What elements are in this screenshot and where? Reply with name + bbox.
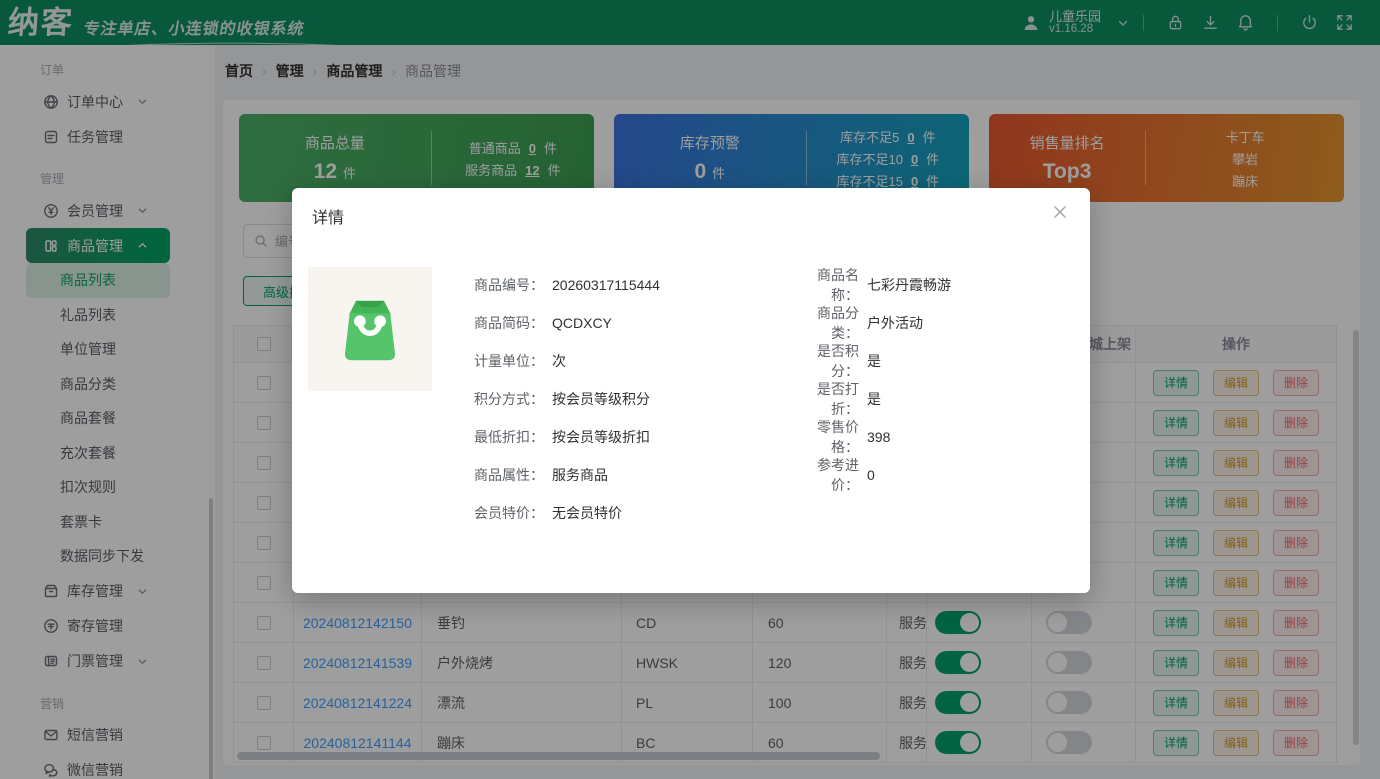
field-value: 户外活动 <box>867 313 923 333</box>
field-label: 商品名称： <box>790 265 859 305</box>
field-value: 七彩丹霞畅游 <box>867 275 951 295</box>
field-value: 398 <box>867 429 890 445</box>
close-icon[interactable] <box>1052 204 1068 220</box>
field-label: 商品分类： <box>790 303 859 343</box>
field-value: 是 <box>867 351 881 371</box>
field-value: 0 <box>867 467 875 483</box>
detail-modal: 详情 商品编号：20260317115444商品简码：QCDXCY计量单位：次积… <box>292 188 1090 593</box>
modal-field-row: 参考进价： 0 <box>292 456 951 494</box>
modal-field-row: 是否积分： 是 <box>292 342 951 380</box>
field-label: 参考进价： <box>790 455 859 495</box>
field-label: 是否打折： <box>790 379 859 419</box>
modal-field-row: 商品分类： 户外活动 <box>292 304 951 342</box>
field-label: 零售价格： <box>790 417 859 457</box>
field-label: 是否积分： <box>790 341 859 381</box>
modal-fields-right: 商品名称：七彩丹霞畅游商品分类：户外活动是否积分：是是否打折：是零售价格：398… <box>292 266 951 494</box>
modal-field-row: 商品名称： 七彩丹霞畅游 <box>292 266 951 304</box>
modal-field-row: 会员特价： 无会员特价 <box>292 494 660 532</box>
modal-title: 详情 <box>312 204 344 228</box>
field-value: 是 <box>867 389 881 409</box>
field-label: 会员特价： <box>470 503 544 523</box>
field-value: 无会员特价 <box>552 503 622 523</box>
modal-field-row: 零售价格： 398 <box>292 418 951 456</box>
modal-field-row: 是否打折： 是 <box>292 380 951 418</box>
